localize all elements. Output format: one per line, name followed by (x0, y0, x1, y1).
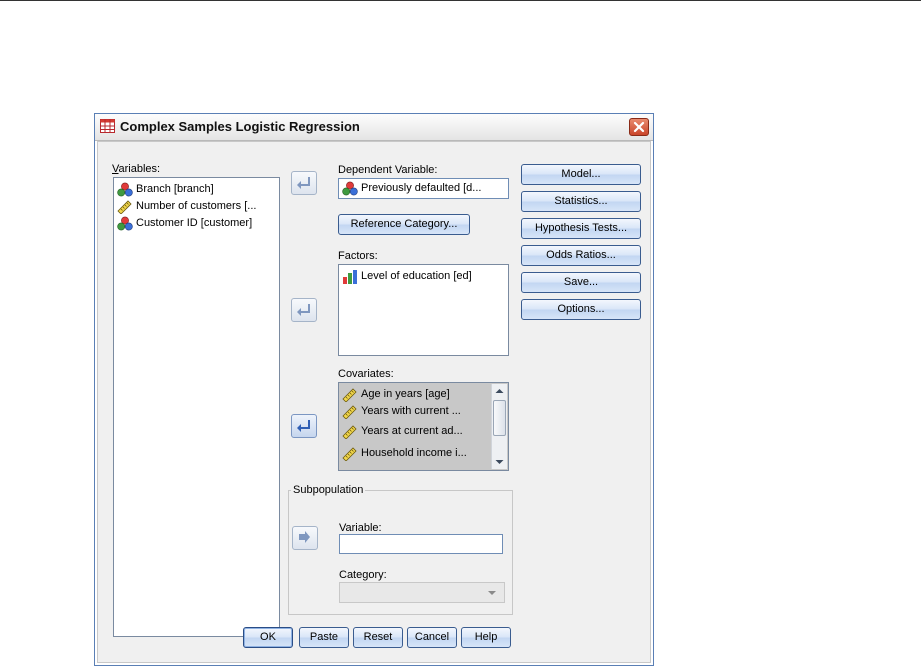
subpopulation-variable-field[interactable] (339, 534, 503, 554)
covariates-label: Covariates: (338, 368, 394, 380)
variables-label: Variables: (112, 163, 161, 175)
dependent-variable-field[interactable]: Previously defaulted [d... (338, 178, 509, 199)
scale-icon (342, 447, 357, 461)
list-item[interactable]: Customer ID [customer] (117, 215, 277, 232)
nominal-icon (117, 182, 133, 197)
dependent-variable-value: Previously defaulted [d... (361, 182, 482, 194)
title-bar[interactable]: Complex Samples Logistic Regression (95, 114, 653, 141)
scale-icon (117, 200, 132, 214)
ordinal-icon (343, 270, 357, 284)
subpopulation-label: Subpopulation (291, 484, 366, 496)
list-item-label: Number of customers [... (136, 200, 257, 212)
list-item[interactable]: Number of customers [... (117, 198, 277, 215)
dialog-title: Complex Samples Logistic Regression (120, 119, 360, 134)
list-item[interactable]: Years at current ad... (342, 423, 487, 440)
list-item[interactable]: Household income i... (342, 445, 487, 462)
close-icon (633, 121, 645, 133)
arrow-left-icon (297, 304, 310, 316)
list-item-label: Years at current ad... (361, 425, 463, 437)
cancel-button[interactable]: Cancel (407, 627, 457, 648)
nominal-icon (342, 181, 358, 196)
page-top-rule (0, 0, 921, 1)
help-button[interactable]: Help (461, 627, 511, 648)
list-item[interactable]: Age in years [age] (342, 386, 487, 403)
nominal-icon (117, 216, 133, 231)
scroll-down-icon (495, 460, 504, 464)
list-item-label: Customer ID [customer] (136, 217, 253, 229)
scroll-up-icon (495, 389, 504, 393)
factors-list[interactable]: Level of education [ed] (338, 264, 509, 356)
covariates-list[interactable]: Age in years [age] Years with current ..… (338, 382, 509, 471)
list-item-label: Branch [branch] (136, 183, 214, 195)
arrow-left-icon (297, 177, 310, 189)
complex-samples-logistic-regression-dialog: Complex Samples Logistic Regression Vari… (94, 113, 654, 666)
list-item[interactable]: Level of education [ed] (342, 268, 506, 285)
close-button[interactable] (629, 118, 649, 136)
hypothesis-tests-button[interactable]: Hypothesis Tests... (521, 218, 641, 239)
subpopulation-group: Subpopulation Variable: Category: (288, 484, 513, 615)
move-to-subpopulation-button[interactable] (292, 526, 318, 550)
dialog-body: Variables: Branch [branch] Number of cus… (97, 141, 651, 663)
statistics-button[interactable]: Statistics... (521, 191, 641, 212)
odds-ratios-button[interactable]: Odds Ratios... (521, 245, 641, 266)
list-item-label: Level of education [ed] (361, 270, 472, 282)
move-to-factors-button[interactable] (291, 298, 317, 322)
variables-list[interactable]: Branch [branch] Number of customers [...… (113, 177, 280, 637)
scroll-thumb[interactable] (493, 400, 506, 436)
arrow-right-icon (299, 531, 310, 543)
dependent-variable-label: Dependent Variable: (338, 164, 438, 176)
save-button[interactable]: Save... (521, 272, 641, 293)
move-to-covariates-button[interactable] (291, 414, 317, 438)
list-item-label: Years with current ... (361, 405, 461, 417)
table-icon (100, 119, 115, 133)
factors-label: Factors: (338, 250, 378, 262)
scale-icon (342, 405, 357, 419)
paste-button[interactable]: Paste (299, 627, 349, 648)
model-button[interactable]: Model... (521, 164, 641, 185)
arrow-left-icon (297, 420, 310, 432)
move-to-dependent-button[interactable] (291, 171, 317, 195)
variables-label-text: ariables: (118, 163, 161, 175)
subpopulation-category-select[interactable] (339, 582, 505, 603)
list-item-label: Age in years [age] (361, 388, 450, 400)
reset-button[interactable]: Reset (353, 627, 403, 648)
chevron-down-icon (488, 591, 496, 595)
ok-button[interactable]: OK (243, 627, 293, 648)
reference-category-button[interactable]: Reference Category... (338, 214, 470, 235)
list-item[interactable]: Years with current ... (342, 403, 487, 420)
list-item-label: Household income i... (361, 447, 467, 459)
subpopulation-category-label: Category: (339, 569, 387, 581)
subpopulation-variable-label: Variable: (339, 522, 382, 534)
list-item[interactable]: Branch [branch] (117, 181, 277, 198)
scale-icon (342, 425, 357, 439)
covariates-scrollbar[interactable] (491, 384, 507, 469)
scale-icon (342, 388, 357, 402)
options-button[interactable]: Options... (521, 299, 641, 320)
